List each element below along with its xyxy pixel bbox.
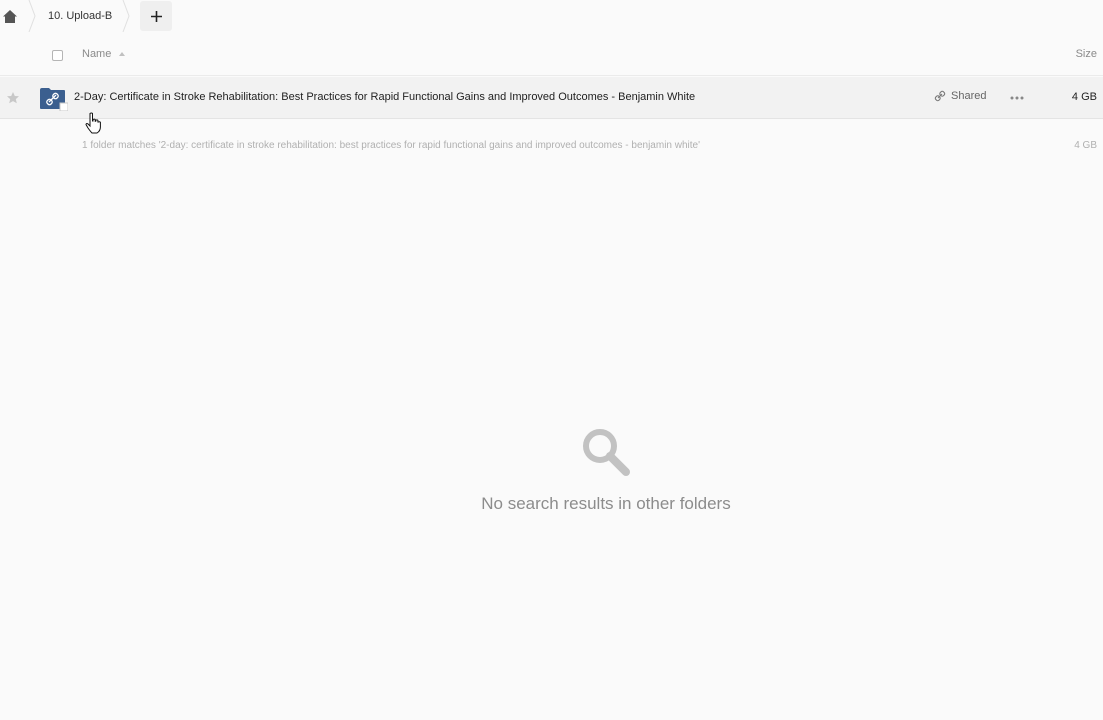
star-icon[interactable]	[6, 91, 20, 105]
sort-by-size[interactable]: Size	[1076, 48, 1097, 60]
home-button[interactable]	[0, 0, 26, 32]
file-row[interactable]: 2-Day: Certificate in Stroke Rehabilitat…	[0, 77, 1103, 119]
file-list-header: Name Size	[0, 36, 1103, 76]
hand-cursor-icon	[85, 112, 101, 134]
shared-button[interactable]: Shared	[934, 90, 986, 102]
breadcrumb-current-folder[interactable]: 10. Upload-B	[38, 0, 120, 32]
sort-by-name[interactable]: Name	[82, 48, 126, 60]
plus-icon	[150, 10, 162, 22]
shared-label: Shared	[951, 90, 987, 102]
file-name[interactable]: 2-Day: Certificate in Stroke Rehabilitat…	[74, 91, 695, 103]
file-size: 4 GB	[1071, 91, 1097, 103]
shared-link-folder-icon[interactable]	[40, 87, 68, 111]
breadcrumb-separator	[26, 0, 38, 32]
home-icon	[3, 9, 17, 23]
new-button[interactable]	[140, 1, 173, 31]
search-summary: 1 folder matches '2-day: certificate in …	[82, 140, 701, 151]
breadcrumb-separator	[120, 0, 132, 32]
breadcrumb: 10. Upload-B	[0, 0, 1103, 32]
ellipsis-icon	[1010, 96, 1024, 100]
sort-ascending-icon	[119, 52, 126, 56]
empty-state-message: No search results in other folders	[481, 494, 731, 513]
link-icon	[934, 90, 946, 102]
select-all-checkbox[interactable]	[52, 50, 63, 61]
more-actions-button[interactable]	[1006, 90, 1028, 106]
files-app: 10. Upload-B Name Size 2-Day: Certificat…	[0, 0, 1103, 720]
search-icon	[583, 429, 630, 476]
name-column-label: Name	[82, 48, 112, 60]
search-summary-size: 4 GB	[1074, 140, 1097, 151]
